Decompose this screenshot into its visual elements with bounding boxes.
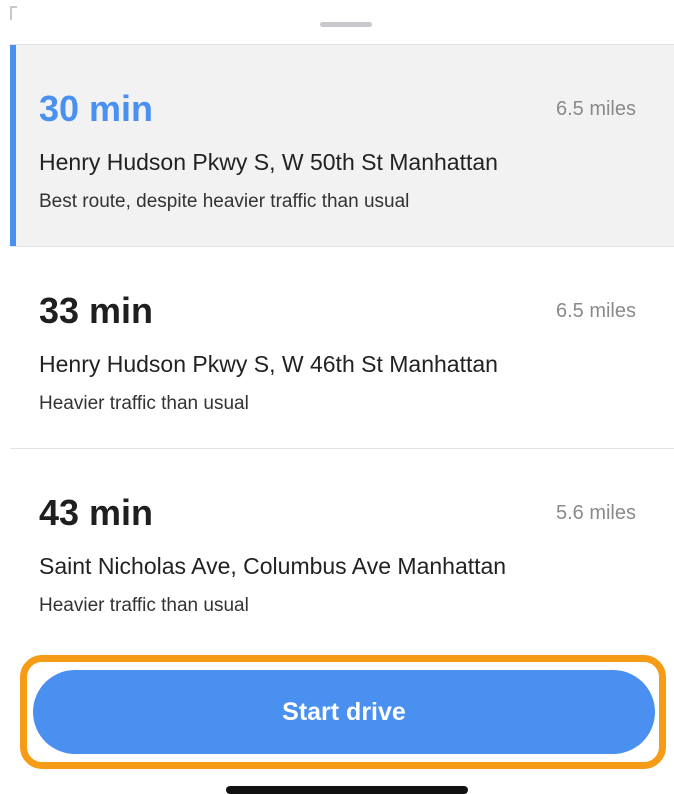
route-traffic-note: Heavier traffic than usual (39, 595, 249, 616)
home-indicator (226, 786, 468, 794)
route-distance: 6.5 miles (555, 98, 636, 120)
route-roads: Henry Hudson Pkwy S, W 46th St Manhattan (39, 351, 498, 377)
route-duration: 30 min (39, 88, 154, 129)
route-duration: 33 min (39, 290, 154, 331)
start-drive-button[interactable]: Start drive (33, 670, 655, 754)
start-drive-highlight: Start drive (20, 655, 666, 769)
route-traffic-note: Heavier traffic than usual (39, 393, 249, 414)
corner-mark (10, 6, 17, 20)
route-roads: Henry Hudson Pkwy S, W 50th St Manhattan (39, 149, 498, 175)
route-option-3[interactable]: 43 min 5.6 miles Saint Nicholas Ave, Col… (10, 448, 674, 650)
route-distance: 5.6 miles (555, 502, 636, 524)
route-options-list: 30 min 6.5 miles Henry Hudson Pkwy S, W … (10, 44, 674, 650)
route-option-1[interactable]: 30 min 6.5 miles Henry Hudson Pkwy S, W … (10, 44, 674, 246)
route-duration: 43 min (39, 492, 154, 533)
route-option-2[interactable]: 33 min 6.5 miles Henry Hudson Pkwy S, W … (10, 246, 674, 448)
sheet-drag-handle[interactable] (320, 22, 372, 27)
route-traffic-note: Best route, despite heavier traffic than… (39, 191, 410, 212)
route-roads: Saint Nicholas Ave, Columbus Ave Manhatt… (39, 553, 507, 579)
route-distance: 6.5 miles (555, 300, 636, 322)
